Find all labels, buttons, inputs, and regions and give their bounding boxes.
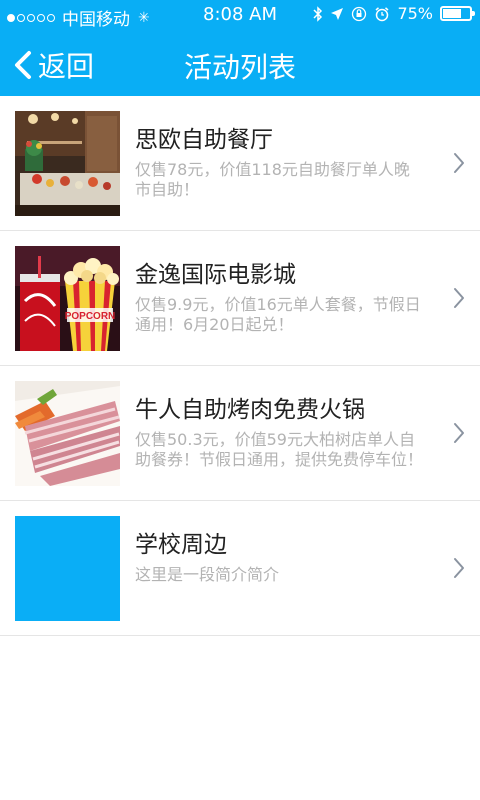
location-arrow-icon	[331, 7, 344, 20]
list-item[interactable]: POPCORN 金逸国际电影城 仅售9.9元，价值16元单人套餐，节假日通用！6…	[0, 231, 480, 366]
item-description: 仅售50.3元，价值59元大柏树店单人自助餐券！节假日通用，提供免费停车位！	[135, 430, 424, 469]
alarm-clock-icon	[375, 6, 389, 21]
bluetooth-icon	[313, 5, 323, 22]
chevron-right-icon	[454, 558, 464, 578]
popcorn-label: POPCORN	[65, 311, 116, 322]
header: 中国移动 ✳ 8:08 AM 75% 返回 活动列表	[0, 0, 480, 96]
item-title: 牛人自助烤肉免费火锅	[135, 397, 365, 423]
battery-percent: 75%	[397, 4, 433, 23]
chevron-right-icon	[454, 153, 464, 173]
bacon-plate-photo	[15, 381, 120, 486]
popcorn-cola-photo: POPCORN	[15, 246, 120, 351]
list-item[interactable]: 思欧自助餐厅 仅售78元，价值118元自助餐厅单人晚市自助！	[0, 96, 480, 231]
item-title: 思欧自助餐厅	[135, 127, 273, 153]
activity-list: 思欧自助餐厅 仅售78元，价值118元自助餐厅单人晚市自助！ POPCORN 金…	[0, 96, 480, 636]
item-description: 仅售9.9元，价值16元单人套餐，节假日通用！6月20日起兑！	[135, 295, 421, 334]
item-description: 仅售78元，价值118元自助餐厅单人晚市自助！	[135, 160, 410, 199]
item-title: 学校周边	[135, 532, 227, 558]
item-description: 这里是一段简介简介	[135, 565, 280, 584]
battery-icon	[440, 6, 475, 21]
restaurant-photo	[15, 111, 120, 216]
item-title: 金逸国际电影城	[135, 262, 296, 288]
rotation-lock-icon	[352, 6, 367, 21]
list-item[interactable]: 学校周边 这里是一段简介简介	[0, 501, 480, 636]
chevron-right-icon	[454, 288, 464, 308]
blue-placeholder-image	[15, 516, 120, 621]
status-bar: 中国移动 ✳ 8:08 AM 75%	[0, 0, 480, 30]
navbar: 返回 活动列表	[0, 30, 480, 96]
chevron-right-icon	[454, 423, 464, 443]
list-item[interactable]: 牛人自助烤肉免费火锅 仅售50.3元，价值59元大柏树店单人自助餐券！节假日通用…	[0, 366, 480, 501]
page-title: 活动列表	[183, 51, 296, 84]
